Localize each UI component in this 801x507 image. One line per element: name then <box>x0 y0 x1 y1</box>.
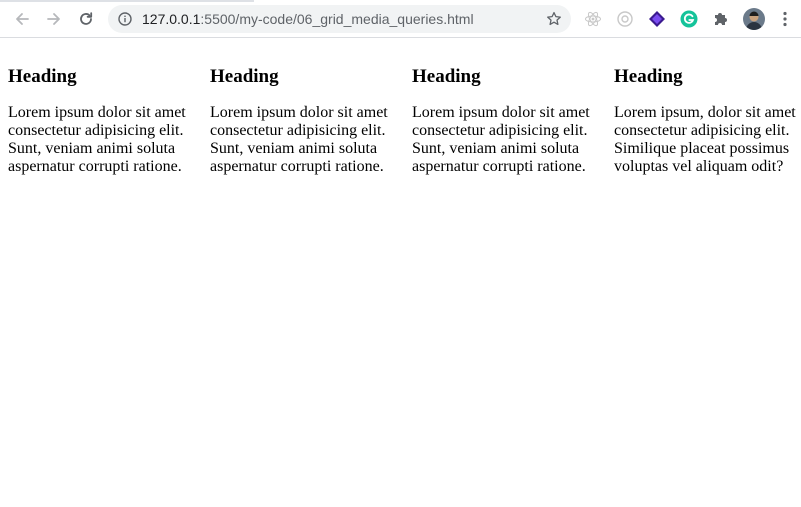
star-icon[interactable] <box>546 11 562 27</box>
address-bar[interactable]: 127.0.0.1:5500/my-code/06_grid_media_que… <box>108 5 571 33</box>
card-heading: Heading <box>210 66 279 87</box>
card-heading: Heading <box>614 66 683 87</box>
menu-dots-icon <box>783 11 787 27</box>
profile-button[interactable] <box>743 8 765 30</box>
profile-avatar-icon <box>743 8 765 30</box>
url-path: :5500/my-code/06_grid_media_queries.html <box>200 11 474 27</box>
grammarly-button[interactable] <box>679 9 699 29</box>
purple-cube-icon <box>649 11 665 27</box>
card-text: Lorem ipsum dolor sit amet consectetur a… <box>412 104 590 175</box>
react-devtools-icon <box>585 11 601 27</box>
url-text[interactable]: 127.0.0.1:5500/my-code/06_grid_media_que… <box>142 5 474 33</box>
card-text: Lorem ipsum dolor sit amet consectetur a… <box>8 104 186 175</box>
react-devtools-button[interactable] <box>583 9 603 29</box>
card-text: Lorem ipsum dolor sit amet consectetur a… <box>210 104 388 175</box>
grid-card: Heading Lorem ipsum dolor sit amet conse… <box>210 38 404 176</box>
grid-card: Heading Lorem ipsum dolor sit amet conse… <box>8 38 202 176</box>
arrow-right-icon <box>47 13 60 25</box>
reload-icon <box>80 12 93 25</box>
grid-card: Heading Lorem ipsum dolor sit amet conse… <box>412 38 606 176</box>
arrow-left-icon <box>16 13 29 25</box>
browser-menu-button[interactable] <box>775 9 795 29</box>
gear-ext-icon <box>617 11 633 27</box>
reload-button[interactable] <box>74 7 98 31</box>
card-heading: Heading <box>412 66 481 87</box>
gear-ext-button[interactable] <box>615 9 635 29</box>
card-text: Lorem ipsum, dolor sit amet consectetur … <box>614 104 796 175</box>
grammarly-icon <box>680 10 698 28</box>
purple-cube-button[interactable] <box>647 9 667 29</box>
page-viewport: Heading Lorem ipsum dolor sit amet conse… <box>0 38 801 507</box>
card-heading: Heading <box>8 66 77 87</box>
browser-toolbar: 127.0.0.1:5500/my-code/06_grid_media_que… <box>0 0 801 38</box>
url-host: 127.0.0.1 <box>142 11 201 27</box>
puzzle-icon <box>715 13 727 25</box>
back-button[interactable] <box>10 7 34 31</box>
grid-card: Heading Lorem ipsum, dolor sit amet cons… <box>614 38 801 176</box>
tab-strip-edge <box>0 0 254 2</box>
card-grid: Heading Lorem ipsum dolor sit amet conse… <box>0 38 801 176</box>
forward-button[interactable] <box>42 7 66 31</box>
info-icon[interactable] <box>118 12 132 26</box>
extensions-button[interactable] <box>711 9 731 29</box>
